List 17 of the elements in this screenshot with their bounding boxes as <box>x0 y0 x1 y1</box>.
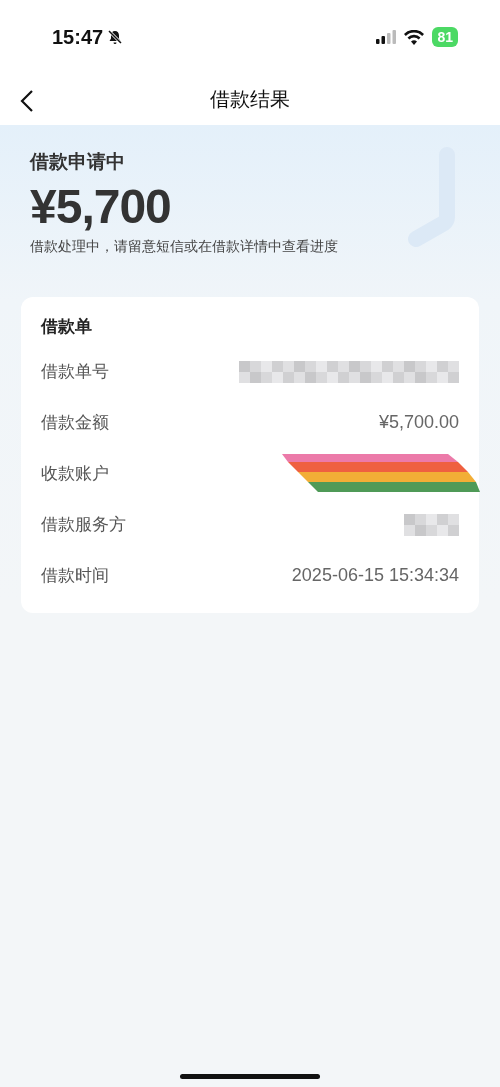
field-value: 2025-06-15 15:34:34 <box>291 565 459 586</box>
loan-amount: ¥5,700 <box>30 179 171 234</box>
status-time: 15:47 <box>52 25 104 49</box>
field-value: ¥5,700.00 <box>378 412 459 433</box>
battery-level: 81 <box>432 27 458 47</box>
field-label: 借款金额 <box>41 411 109 434</box>
signal-icon <box>376 30 397 44</box>
status-title: 借款申请中 <box>30 149 125 174</box>
page-title: 借款结果 <box>210 86 290 113</box>
field-label: 借款单号 <box>41 360 109 383</box>
field-label: 借款时间 <box>41 564 109 587</box>
card-title: 借款单 <box>41 315 93 338</box>
field-label: 借款服务方 <box>41 513 126 536</box>
pixelated-redaction <box>404 513 459 536</box>
status-note: 借款处理中，请留意短信或在借款详情中查看进度 <box>30 238 339 256</box>
field-label: 收款账户 <box>41 462 109 485</box>
wifi-icon <box>404 29 425 45</box>
